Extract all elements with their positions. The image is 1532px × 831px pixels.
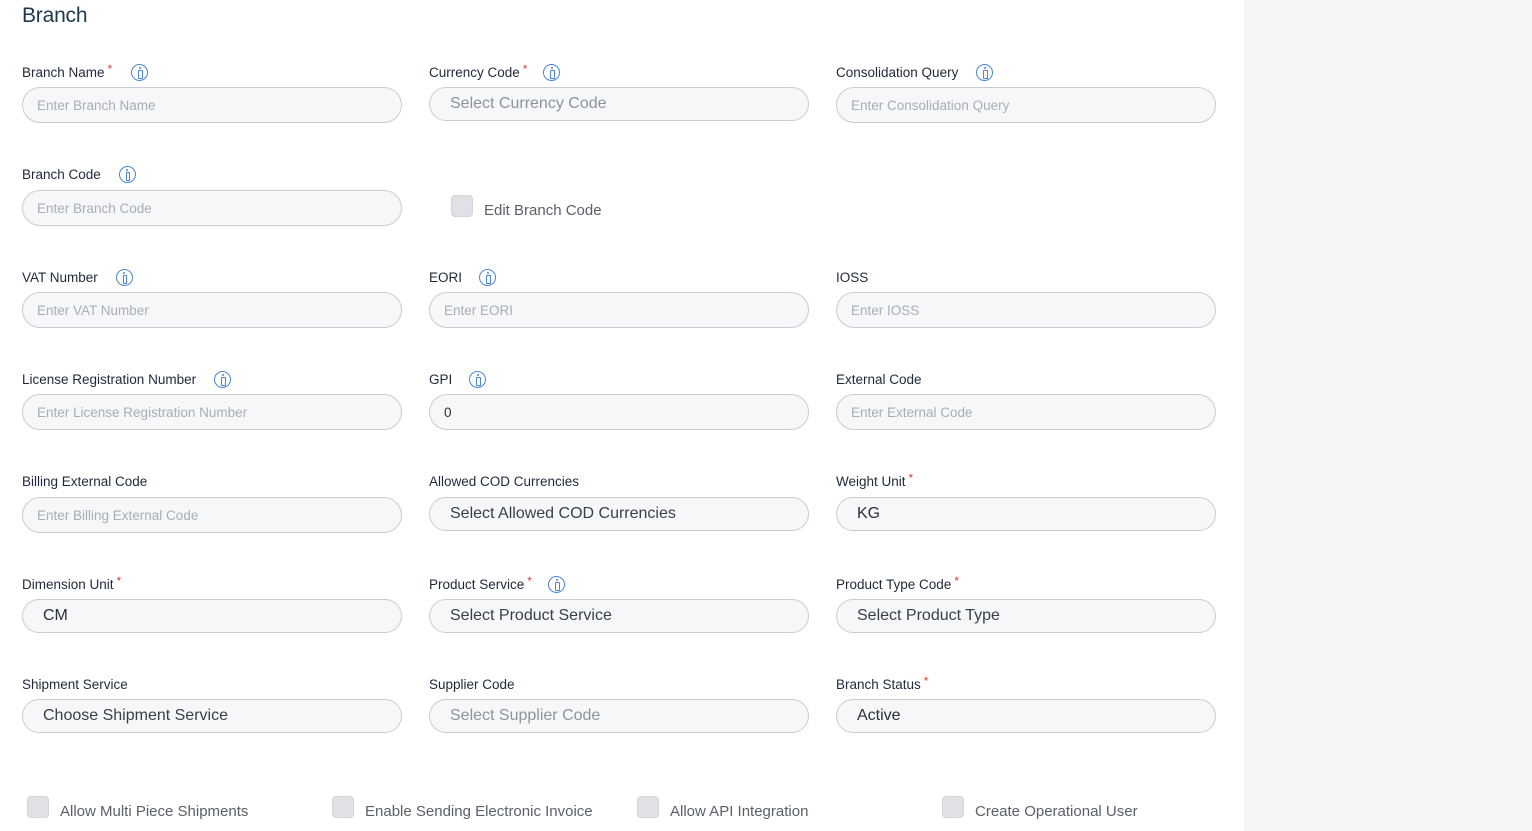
consolidation-query-label: Consolidation Query <box>836 64 959 80</box>
required-marker: * <box>522 62 528 76</box>
required-marker: * <box>116 574 122 588</box>
checkbox-icon[interactable] <box>332 796 354 818</box>
required-marker: * <box>908 471 914 485</box>
weight-unit-label: Weight Unit <box>836 473 906 489</box>
create-operational-user-checkbox[interactable]: Create Operational User <box>942 796 1138 822</box>
info-icon[interactable] <box>214 370 232 388</box>
billing-external-code-label: Billing External Code <box>22 473 148 489</box>
info-icon[interactable] <box>976 63 994 81</box>
gpi-input[interactable]: 0 <box>429 394 809 430</box>
consolidation-query-label-row: Consolidation Query <box>836 62 994 82</box>
weight-unit-select[interactable]: KG <box>836 497 1216 531</box>
allowed-cod-currencies-label: Allowed COD Currencies <box>429 473 580 489</box>
vat-number-label-row: VAT Number <box>22 267 133 287</box>
checkbox-icon[interactable] <box>637 796 659 818</box>
edit-branch-code-checkbox[interactable]: Edit Branch Code <box>451 195 602 221</box>
branch-code-label: Branch Code <box>22 166 101 182</box>
gpi-label: GPI <box>429 371 453 387</box>
allow-api-integration-label: Allow API Integration <box>670 802 809 820</box>
info-icon[interactable] <box>131 63 149 81</box>
ioss-input[interactable] <box>836 292 1216 328</box>
enable-electronic-invoice-label: Enable Sending Electronic Invoice <box>365 802 593 820</box>
branch-name-label: Branch Name <box>22 64 105 80</box>
info-icon[interactable] <box>543 63 561 81</box>
branch-status-select[interactable]: Active <box>836 699 1216 733</box>
currency-code-select[interactable]: Select Currency Code <box>429 87 809 121</box>
required-marker: * <box>954 574 959 588</box>
eori-input[interactable] <box>429 292 809 328</box>
currency-code-label: Currency Code <box>429 64 520 80</box>
vat-number-input[interactable] <box>22 292 402 328</box>
dimension-unit-label-row: Dimension Unit * <box>22 574 121 594</box>
branch-name-label-row: Branch Name * <box>22 62 149 82</box>
gpi-label-row: GPI <box>429 369 487 389</box>
checkbox-icon[interactable] <box>942 796 964 818</box>
supplier-code-label-row: Supplier Code <box>429 674 515 694</box>
license-registration-number-input[interactable] <box>22 394 402 430</box>
page-title: Branch <box>22 4 88 27</box>
product-type-code-label-row: Product Type Code * <box>836 574 959 594</box>
required-marker: * <box>527 574 532 588</box>
shipment-service-label: Shipment Service <box>22 676 128 692</box>
required-marker: * <box>923 674 929 688</box>
currency-code-label-row: Currency Code * <box>429 62 561 82</box>
allow-api-integration-checkbox[interactable]: Allow API Integration <box>637 796 809 822</box>
branch-code-input[interactable] <box>22 190 402 226</box>
vat-number-label: VAT Number <box>22 269 98 285</box>
edit-branch-code-label: Edit Branch Code <box>484 201 602 219</box>
external-code-input[interactable] <box>836 394 1216 430</box>
product-service-label-row: Product Service * <box>429 574 565 594</box>
external-code-label-row: External Code <box>836 369 922 389</box>
eori-label-row: EORI <box>429 267 497 287</box>
consolidation-query-input[interactable] <box>836 87 1216 123</box>
right-side-panel <box>1244 0 1532 831</box>
info-icon[interactable] <box>118 165 136 183</box>
dimension-unit-label: Dimension Unit <box>22 576 114 592</box>
eori-label: EORI <box>429 269 463 285</box>
branch-name-input[interactable] <box>22 87 402 123</box>
branch-status-label: Branch Status <box>836 676 921 692</box>
branch-status-label-row: Branch Status * <box>836 674 928 694</box>
weight-unit-label-row: Weight Unit * <box>836 471 913 491</box>
allow-multi-piece-checkbox[interactable]: Allow Multi Piece Shipments <box>27 796 249 822</box>
supplier-code-select[interactable]: Select Supplier Code <box>429 699 809 733</box>
dimension-unit-select[interactable]: CM <box>22 599 402 633</box>
checkbox-icon[interactable] <box>27 796 49 818</box>
allowed-cod-currencies-select[interactable]: Select Allowed COD Currencies <box>429 497 809 531</box>
product-type-code-label: Product Type Code <box>836 576 952 592</box>
allow-multi-piece-label: Allow Multi Piece Shipments <box>60 802 249 820</box>
required-marker: * <box>107 62 113 76</box>
enable-electronic-invoice-checkbox[interactable]: Enable Sending Electronic Invoice <box>332 796 593 822</box>
product-service-select[interactable]: Select Product Service <box>429 599 809 633</box>
license-registration-number-label: License Registration Number <box>22 371 197 387</box>
info-icon[interactable] <box>547 575 565 593</box>
branch-code-label-row: Branch Code <box>22 164 136 184</box>
info-icon[interactable] <box>479 268 497 286</box>
shipment-service-select[interactable]: Choose Shipment Service <box>22 699 402 733</box>
allowed-cod-currencies-label-row: Allowed COD Currencies <box>429 471 579 491</box>
supplier-code-label: Supplier Code <box>429 676 515 692</box>
external-code-label: External Code <box>836 371 922 387</box>
ioss-label: IOSS <box>836 269 869 285</box>
product-service-label: Product Service <box>429 576 525 592</box>
create-operational-user-label: Create Operational User <box>975 802 1138 820</box>
checkbox-icon[interactable] <box>451 195 473 217</box>
ioss-label-row: IOSS <box>836 267 868 287</box>
billing-external-code-label-row: Billing External Code <box>22 471 147 491</box>
info-icon[interactable] <box>469 370 487 388</box>
shipment-service-label-row: Shipment Service <box>22 674 128 694</box>
product-type-code-select[interactable]: Select Product Type <box>836 599 1216 633</box>
billing-external-code-input[interactable] <box>22 497 402 533</box>
license-registration-number-label-row: License Registration Number <box>22 369 232 389</box>
info-icon[interactable] <box>115 268 133 286</box>
